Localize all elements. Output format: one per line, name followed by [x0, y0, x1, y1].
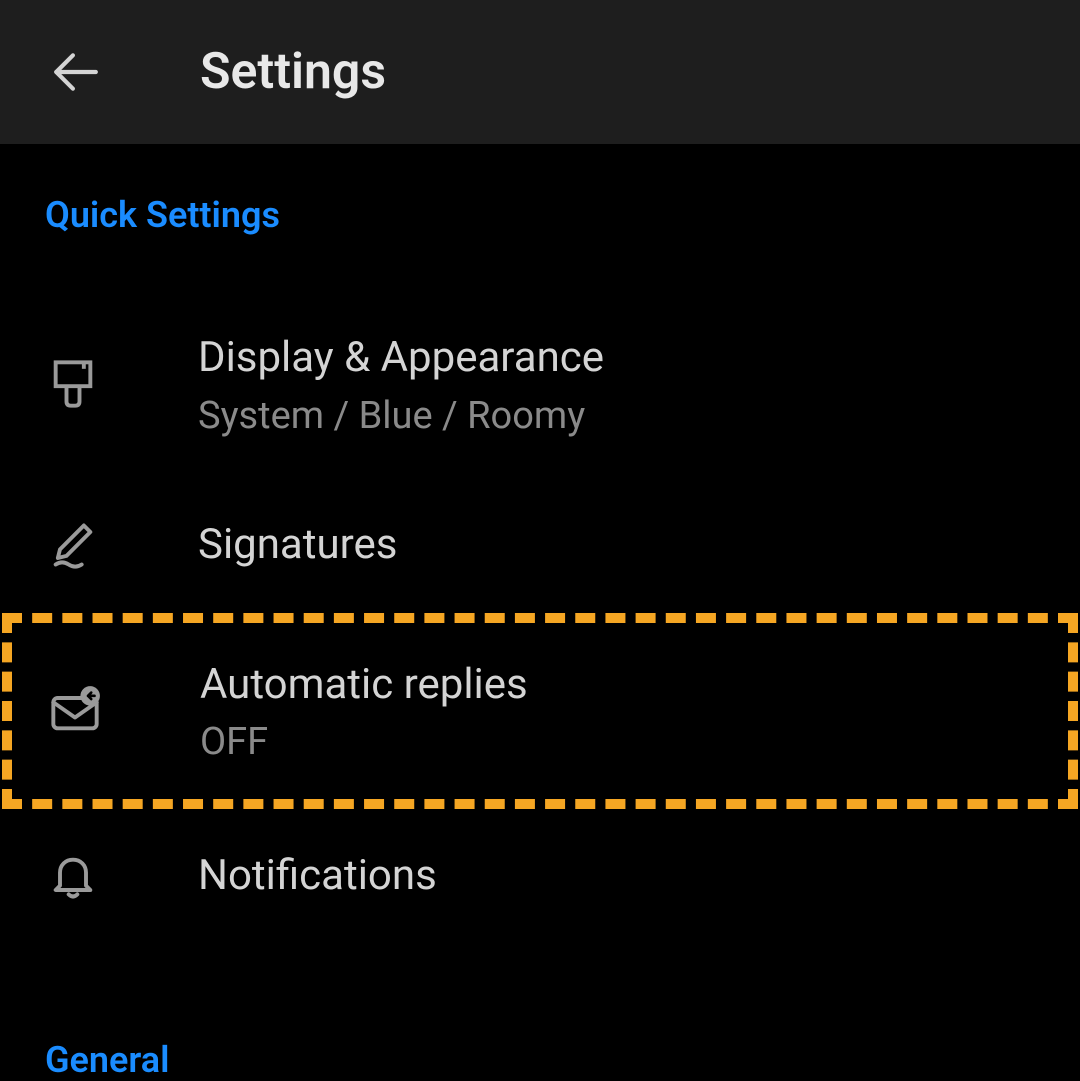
settings-content: Quick Settings Display & Appearance Syst…	[0, 144, 1080, 1081]
page-title: Settings	[200, 43, 386, 101]
setting-text-signatures: Signatures	[198, 518, 397, 573]
envelope-reply-icon	[47, 683, 102, 738]
setting-subtitle-automatic-replies: OFF	[200, 720, 528, 764]
section-header-quick-settings: Quick Settings	[0, 194, 1080, 236]
bell-icon	[45, 849, 100, 904]
app-header: Settings	[0, 0, 1080, 144]
arrow-left-icon	[50, 47, 100, 97]
paintbrush-icon	[45, 357, 100, 412]
setting-title-automatic-replies: Automatic replies	[200, 658, 528, 713]
setting-text-automatic-replies: Automatic replies OFF	[200, 658, 528, 765]
setting-text-notifications: Notifications	[198, 849, 437, 904]
signature-icon	[45, 518, 100, 573]
setting-subtitle-display: System / Blue / Roomy	[198, 394, 604, 438]
setting-row-notifications[interactable]: Notifications	[0, 809, 1080, 944]
setting-text-display: Display & Appearance System / Blue / Roo…	[198, 331, 604, 438]
setting-title-signatures: Signatures	[198, 518, 397, 573]
setting-row-automatic-replies[interactable]: Automatic replies OFF	[12, 623, 1068, 800]
setting-row-display[interactable]: Display & Appearance System / Blue / Roo…	[0, 291, 1080, 478]
setting-row-signatures[interactable]: Signatures	[0, 478, 1080, 613]
back-button[interactable]	[50, 47, 100, 97]
section-header-general: General	[0, 1039, 1080, 1081]
setting-title-display: Display & Appearance	[198, 331, 604, 386]
setting-title-notifications: Notifications	[198, 849, 437, 904]
highlight-automatic-replies: Automatic replies OFF	[2, 613, 1078, 810]
